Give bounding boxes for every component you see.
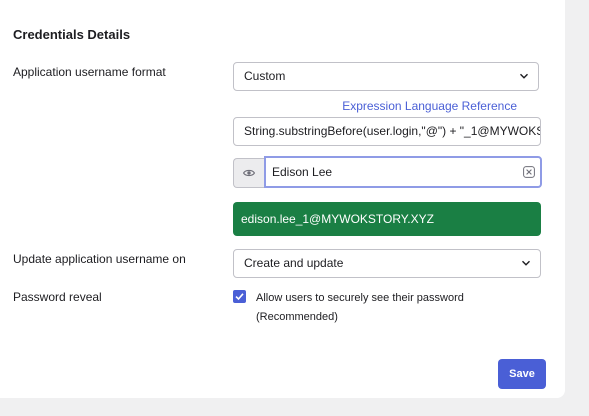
checkmark-icon (235, 293, 244, 301)
username-format-select[interactable]: Custom (233, 62, 539, 91)
reveal-toggle-button[interactable] (233, 158, 264, 188)
preview-user-value: Edison Lee (272, 165, 333, 179)
update-on-select[interactable]: Create and update (233, 249, 541, 278)
credentials-card: Credentials Details Application username… (0, 0, 565, 398)
username-format-value: Custom (244, 69, 286, 83)
update-on-label: Update application username on (13, 252, 186, 266)
preview-user-input[interactable]: Edison Lee (264, 156, 542, 188)
chevron-down-icon (522, 260, 530, 266)
update-on-value: Create and update (244, 256, 344, 270)
eye-icon (243, 169, 255, 177)
password-reveal-checkbox-label: Allow users to securely see their passwo… (256, 292, 464, 323)
expression-input[interactable]: String.substringBefore(user.login,"@") +… (233, 117, 541, 146)
section-title: Credentials Details (13, 27, 131, 42)
password-reveal-label: Password reveal (13, 290, 102, 304)
username-format-label: Application username format (13, 65, 166, 79)
save-button[interactable]: Save (498, 359, 546, 389)
chevron-down-icon (520, 73, 528, 79)
password-reveal-checkbox[interactable] (233, 290, 246, 303)
username-preview-result: edison.lee_1@MYWOKSTORY.XYZ (233, 202, 541, 236)
expression-language-link[interactable]: Expression Language Reference (342, 99, 517, 113)
clear-icon[interactable] (523, 166, 535, 178)
